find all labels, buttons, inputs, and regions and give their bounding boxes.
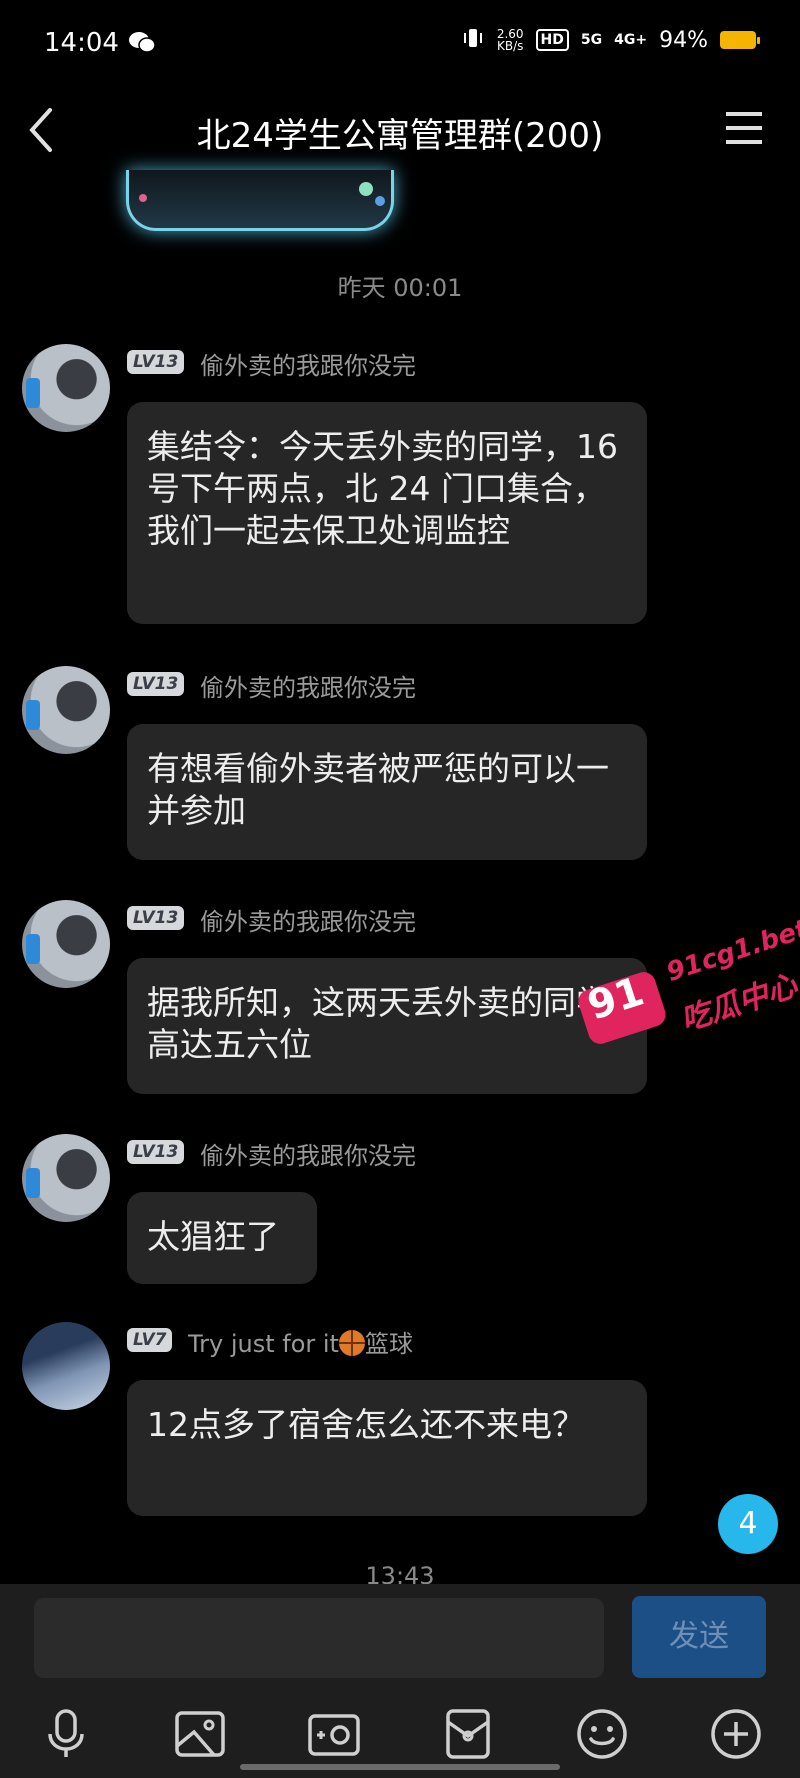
home-indicator[interactable] bbox=[240, 1764, 560, 1770]
sender-name[interactable]: 偷外卖的我跟你没完 bbox=[200, 668, 416, 703]
basketball-icon bbox=[338, 1330, 365, 1356]
composer: 发送 bbox=[0, 1584, 800, 1778]
image-icon[interactable] bbox=[170, 1704, 230, 1764]
status-indicators: 2.60 KB/s HD 5G 4G+ 94% bbox=[461, 26, 760, 54]
hd-badge: HD bbox=[535, 29, 569, 51]
status-bar: 14:04 2.60 KB/s HD 5G 4G+ 94% bbox=[0, 0, 800, 90]
plus-icon[interactable] bbox=[706, 1704, 766, 1764]
level-badge: LV13 bbox=[127, 906, 185, 930]
chat-header: 北24学生公寓管理群(200) bbox=[0, 90, 800, 170]
emoji-icon[interactable] bbox=[572, 1704, 632, 1764]
watermark-site: 吃瓜中心 bbox=[676, 968, 800, 1039]
watermark-url: 91cg1.bet bbox=[662, 914, 800, 988]
unread-count-badge[interactable]: 4 bbox=[718, 1494, 778, 1554]
level-badge: LV13 bbox=[127, 350, 185, 374]
message-input[interactable] bbox=[34, 1598, 604, 1678]
network-speed-unit: KB/s bbox=[496, 39, 524, 53]
level-badge: LV13 bbox=[127, 672, 185, 696]
sender-name[interactable]: 偷外卖的我跟你没完 bbox=[200, 1136, 416, 1171]
vibrate-icon bbox=[461, 26, 485, 54]
message-bubble[interactable]: 有想看偷外卖者被严惩的可以一并参加 bbox=[127, 724, 647, 860]
group-title: 北24学生公寓管理群(200) bbox=[196, 116, 604, 156]
signal-5g: 5G bbox=[580, 32, 603, 48]
wechat-notification-icon bbox=[128, 30, 156, 58]
microphone-icon[interactable] bbox=[36, 1704, 96, 1764]
battery-percent: 94% bbox=[659, 27, 708, 53]
time-divider: 昨天 00:01 bbox=[337, 274, 463, 302]
message-bubble[interactable]: 12点多了宿舍怎么还不来电？ bbox=[127, 1380, 647, 1516]
camera-icon[interactable] bbox=[304, 1704, 364, 1764]
sender-name[interactable]: 偷外卖的我跟你没完 bbox=[200, 346, 416, 381]
sender-name-suffix: 篮球 bbox=[364, 1330, 413, 1358]
sender-name[interactable]: Try just for it 篮球 bbox=[188, 1324, 413, 1359]
avatar[interactable] bbox=[22, 1134, 110, 1222]
avatar[interactable] bbox=[22, 1322, 110, 1410]
avatar[interactable] bbox=[22, 344, 110, 432]
signal-4g: 4G+ bbox=[614, 32, 648, 48]
menu-icon[interactable] bbox=[724, 108, 764, 152]
send-button[interactable]: 发送 bbox=[632, 1596, 766, 1678]
message-bubble[interactable]: 据我所知，这两天丢外卖的同学高达五六位 bbox=[127, 958, 647, 1094]
sender-name[interactable]: 偷外卖的我跟你没完 bbox=[200, 902, 416, 937]
level-badge: LV13 bbox=[127, 1140, 185, 1164]
composer-toolbar bbox=[0, 1704, 800, 1764]
shared-card-fragment[interactable] bbox=[126, 170, 394, 231]
battery-icon bbox=[720, 31, 760, 49]
level-badge: LV7 bbox=[127, 1328, 173, 1352]
sender-name-prefix: Try just for it bbox=[188, 1330, 339, 1358]
avatar[interactable] bbox=[22, 900, 110, 988]
avatar[interactable] bbox=[22, 666, 110, 754]
message-bubble[interactable]: 集结令：今天丢外卖的同学，16 号下午两点，北 24 门口集合，我们一起去保卫处… bbox=[127, 402, 647, 624]
status-time: 14:04 bbox=[44, 28, 119, 58]
red-packet-icon[interactable] bbox=[438, 1704, 498, 1764]
network-speed: 2.60 KB/s bbox=[497, 28, 524, 52]
message-bubble[interactable]: 太猖狂了 bbox=[127, 1192, 317, 1284]
